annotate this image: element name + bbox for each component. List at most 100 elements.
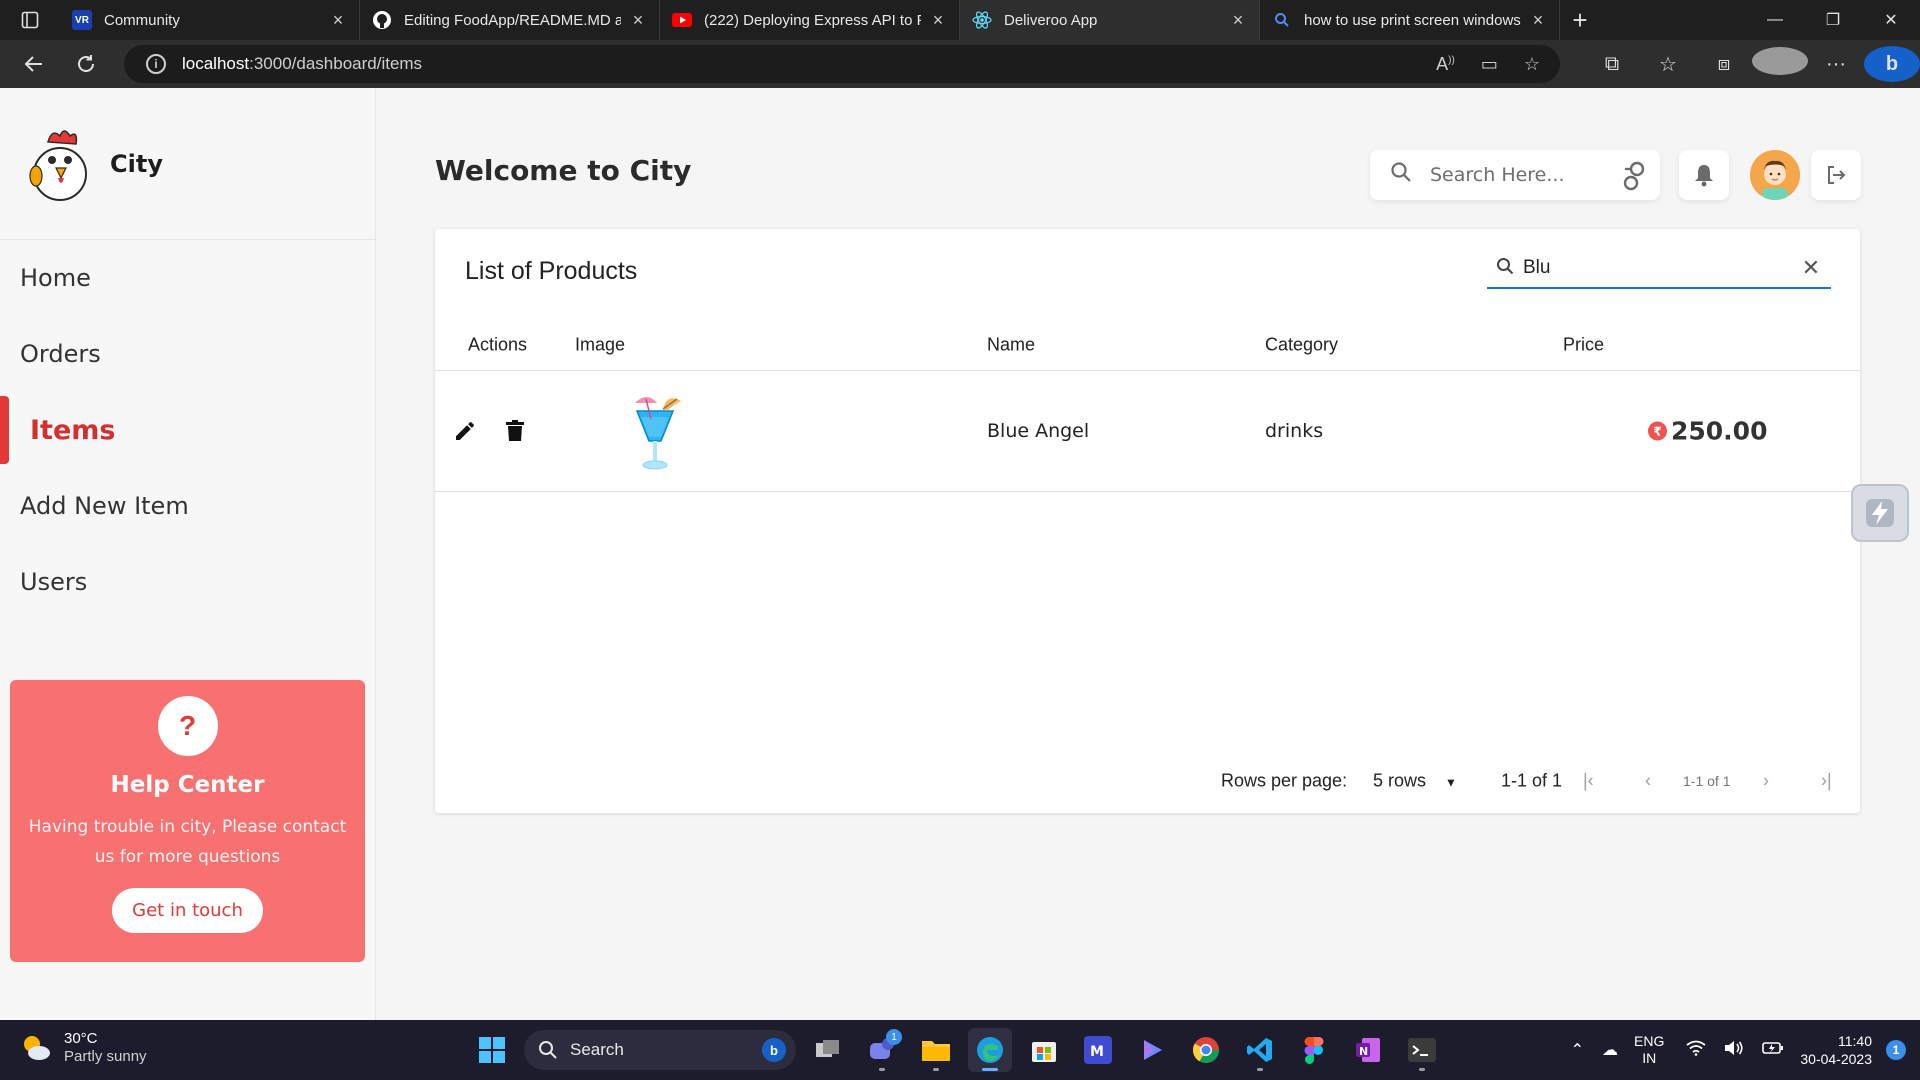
profile-avatar-icon [1752,47,1808,75]
brand[interactable]: City [0,88,375,240]
delete-icon[interactable] [501,417,529,445]
column-header-actions: Actions [468,334,528,354]
products-card: List of Products Blu ✕ Actions Image Nam… [435,229,1860,813]
terminal-icon [1408,1038,1436,1062]
edit-icon[interactable] [451,417,479,445]
weather-temp: 30°C [64,1030,98,1047]
chicken-logo-icon [26,124,94,204]
rupee-icon: ₹ [1648,421,1667,441]
weather-widget[interactable]: 30°C Partly sunny [20,1030,147,1066]
taskbar-search-label: Search [570,1040,624,1059]
store-icon [1032,1042,1056,1062]
sidebar-item-items[interactable]: Items [0,392,375,468]
teams-button[interactable]: 1 [860,1028,904,1072]
wifi-icon [1686,1040,1706,1061]
vr-favicon-icon: VR [72,10,92,30]
terminal-button[interactable] [1400,1028,1444,1072]
bing-button[interactable]: b [1864,46,1920,82]
product-price-value: 250.00 [1671,416,1768,446]
browser-tab-github[interactable]: Editing FoodApp/README.MD at × [360,0,660,40]
svg-text:N: N [1359,1045,1368,1058]
user-avatar[interactable] [1750,150,1800,200]
bing-icon: b [762,1038,786,1062]
folder-icon [922,1041,950,1061]
sidebar-item-users[interactable]: Users [0,544,375,620]
filter-icon[interactable] [1622,161,1645,191]
language-indicator[interactable]: ENG IN [1634,1033,1664,1067]
global-search-input[interactable]: Search Here... [1370,150,1660,200]
table-row: Blue Angel drinks ₹ 250.00 [435,371,1860,492]
reader-view-icon[interactable]: ▭ [1481,54,1498,75]
sidebar-item-orders[interactable]: Orders [0,316,375,392]
get-in-touch-button[interactable]: Get in touch [112,888,263,933]
browser-tab-search[interactable]: how to use print screen windows × [1260,0,1560,40]
read-aloud-icon[interactable]: A)) [1436,54,1455,75]
close-icon[interactable]: × [329,10,347,31]
page-info: 1-1 of 1 [1683,773,1731,789]
sidebar-item-add-new-item[interactable]: Add New Item [0,468,375,544]
chevron-up-icon[interactable]: ⌃ [1571,1040,1584,1060]
first-page-icon[interactable]: |‹ [1583,771,1594,792]
extensions-icon[interactable]: ⧉ [1584,53,1640,76]
rows-per-page-value: 5 rows [1373,770,1427,791]
tab-actions-button[interactable] [0,0,60,40]
vscode-icon [1247,1038,1272,1062]
notification-badge[interactable]: 1 [1886,1040,1906,1060]
column-header-price[interactable]: Price [1563,334,1604,355]
next-page-icon[interactable]: › [1763,771,1769,792]
app-m-button[interactable]: M [1076,1028,1120,1072]
back-button[interactable] [8,44,60,84]
chrome-button[interactable] [1184,1028,1228,1072]
battery-icon [1762,1041,1784,1060]
table-search-input[interactable]: Blu ✕ [1487,249,1831,289]
browser-tab-community[interactable]: VR Community × [60,0,360,40]
collections-icon[interactable]: ⧈ [1696,53,1752,76]
notifications-button[interactable] [1679,150,1729,200]
onedrive-icon[interactable]: ☁ [1602,1040,1618,1060]
clear-search-icon[interactable]: ✕ [1791,255,1831,281]
tab-title: (222) Deploying Express API to Fi [704,11,921,29]
close-window-button[interactable]: ✕ [1862,0,1920,40]
task-view-button[interactable] [806,1028,850,1072]
browser-tab-youtube[interactable]: (222) Deploying Express API to Fi × [660,0,960,40]
start-button[interactable] [470,1028,514,1072]
tab-title: Editing FoodApp/README.MD at [404,11,621,29]
tray-status[interactable] [1686,1040,1784,1061]
file-explorer-button[interactable] [914,1028,958,1072]
rows-per-page-select[interactable]: 5 rows ▼ [1373,771,1457,792]
column-header-name[interactable]: Name [987,334,1035,355]
refresh-button[interactable] [60,44,112,84]
browser-tab-deliveroo[interactable]: Deliveroo App × [960,0,1260,40]
logout-button[interactable] [1811,150,1861,200]
chrome-icon [1192,1037,1220,1064]
restore-button[interactable]: ❐ [1804,0,1862,40]
favorites-icon[interactable]: ☆ [1640,52,1696,77]
profile-button[interactable] [1752,47,1808,81]
previous-page-icon[interactable]: ‹ [1645,771,1651,792]
figma-button[interactable] [1292,1028,1336,1072]
language-region: IN [1642,1050,1657,1066]
new-tab-button[interactable]: + [1560,5,1600,36]
close-icon[interactable]: × [629,10,647,31]
sidebar-item-home[interactable]: Home [0,240,375,316]
column-header-category[interactable]: Category [1265,334,1338,355]
edge-button[interactable] [968,1028,1012,1072]
info-icon[interactable]: i [146,54,166,74]
product-category: drinks [1265,420,1324,442]
store-button[interactable] [1022,1028,1066,1072]
close-icon[interactable]: × [929,10,947,31]
clock[interactable]: 11:40 30-04-2023 [1800,1032,1872,1068]
vscode-button[interactable] [1238,1028,1282,1072]
running-indicator [933,1068,939,1071]
favorite-add-icon[interactable]: ☆ [1524,54,1540,75]
onenote-button[interactable]: N [1346,1028,1390,1072]
floating-tool-button[interactable] [1851,484,1909,542]
close-icon[interactable]: × [1229,10,1247,31]
more-menu-icon[interactable]: ··· [1808,53,1864,76]
last-page-icon[interactable]: ›| [1821,771,1832,792]
address-bar[interactable]: i localhost:3000/dashboard/items A)) ▭ ☆ [124,45,1560,83]
taskbar-search-input[interactable]: Search b [524,1030,796,1070]
minimize-button[interactable]: — [1746,0,1804,40]
close-icon[interactable]: × [1529,10,1547,31]
power-automate-button[interactable] [1130,1028,1174,1072]
